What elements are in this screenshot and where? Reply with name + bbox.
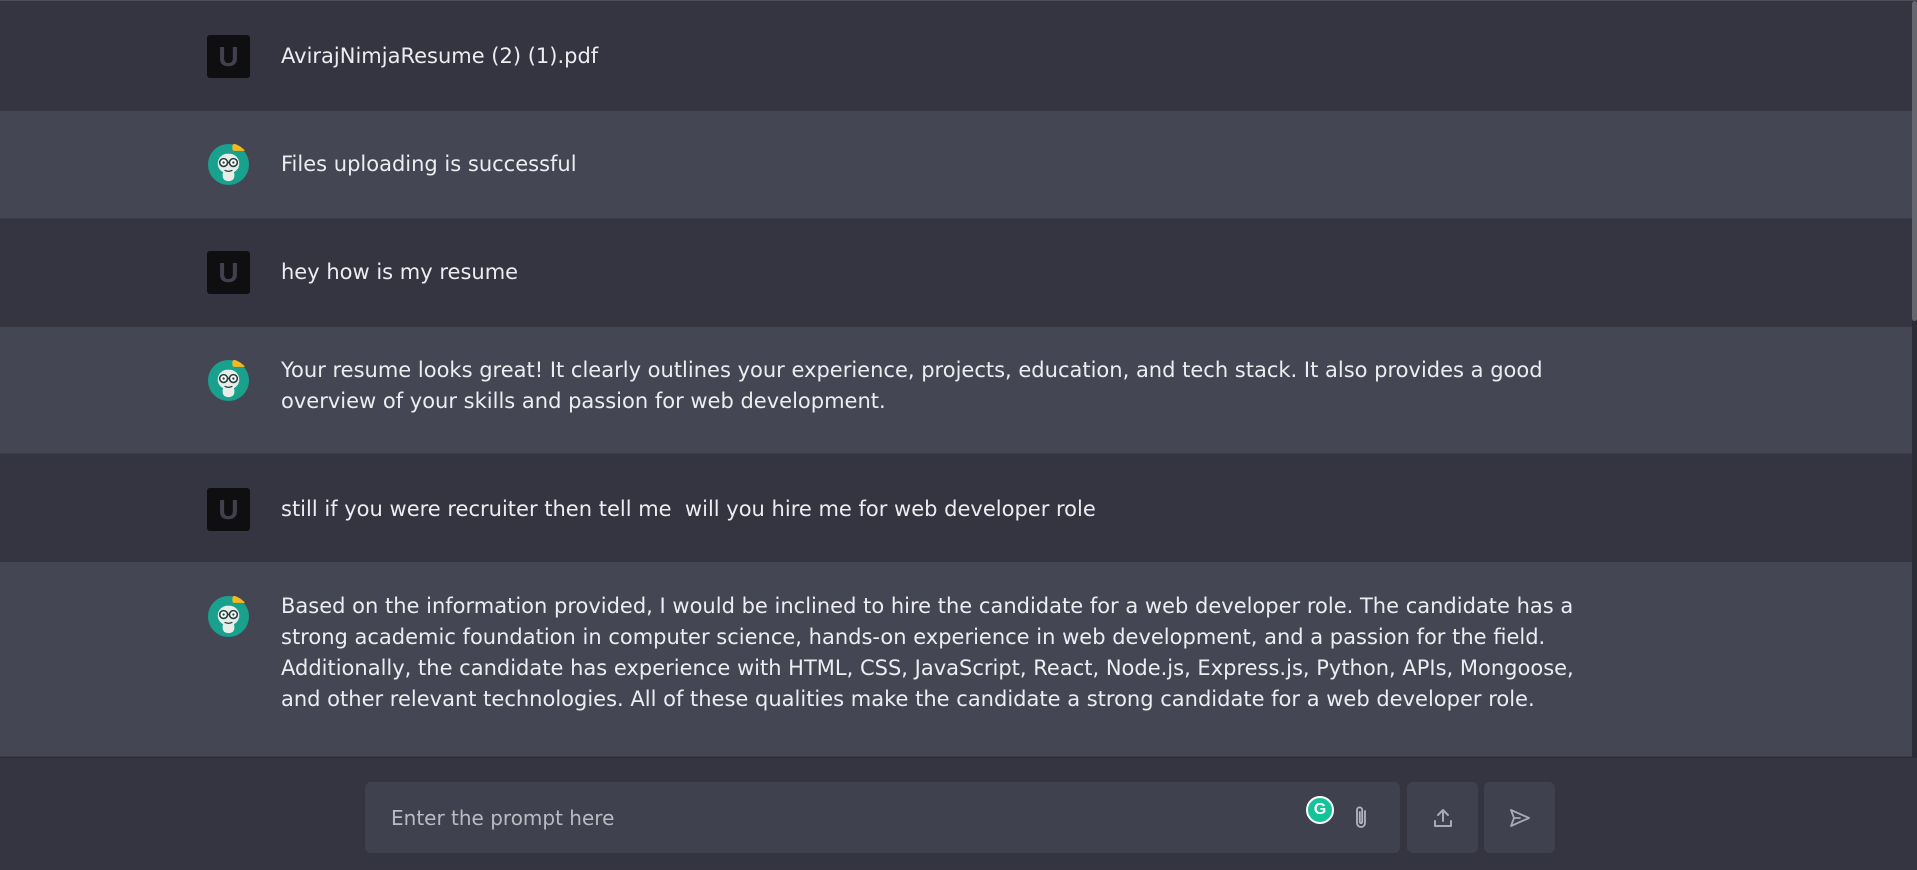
chat-history[interactable]: U AvirajNimjaResume (2) (1).pdf Files up…	[0, 1, 1912, 757]
robot-avatar-icon	[207, 359, 250, 402]
chat-app: U AvirajNimjaResume (2) (1).pdf Files up…	[0, 0, 1917, 870]
message-row-user: U hey how is my resume	[0, 219, 1912, 327]
robot-avatar-icon	[207, 143, 250, 186]
robot-avatar-icon	[207, 595, 250, 638]
user-avatar: U	[207, 35, 250, 78]
message-row-user: U AvirajNimjaResume (2) (1).pdf	[0, 1, 1912, 111]
chat-scrollbar-thumb[interactable]	[1912, 1, 1917, 321]
prompt-input[interactable]	[365, 782, 1265, 853]
send-icon	[1509, 808, 1530, 827]
message-row-user: U still if you were recruiter then tell …	[0, 454, 1912, 562]
chat-scrollbar-track[interactable]	[1912, 1, 1917, 757]
message-text: Based on the information provided, I wou…	[281, 594, 1581, 711]
grammarly-icon[interactable]: G	[1306, 796, 1334, 824]
message-row-bot: Files uploading is successful	[0, 111, 1912, 219]
upload-icon	[1433, 808, 1452, 827]
user-avatar: U	[207, 488, 250, 531]
message-text: still if you were recruiter then tell me…	[281, 497, 1096, 521]
message-text: Files uploading is successful	[281, 152, 577, 176]
message-text: Your resume looks great! It clearly outl…	[281, 358, 1550, 413]
send-button[interactable]	[1484, 782, 1555, 853]
upload-button[interactable]	[1407, 782, 1478, 853]
message-row-bot: Based on the information provided, I wou…	[0, 562, 1912, 757]
prompt-box: G	[365, 782, 1400, 853]
composer: G	[0, 757, 1917, 870]
paperclip-icon[interactable]	[1350, 804, 1374, 832]
user-avatar: U	[207, 251, 250, 294]
message-row-bot: Your resume looks great! It clearly outl…	[0, 327, 1912, 454]
message-text: AvirajNimjaResume (2) (1).pdf	[281, 44, 599, 68]
message-text: hey how is my resume	[281, 260, 519, 284]
